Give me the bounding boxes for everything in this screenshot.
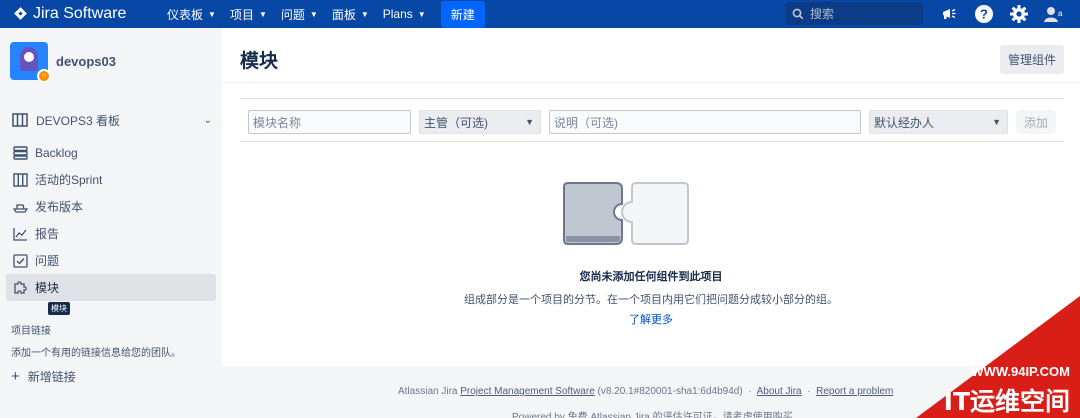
sidebar-item-label: 报告 — [35, 227, 60, 241]
board-icon — [12, 113, 28, 127]
tooltip: 模块 — [48, 302, 70, 315]
lead-select[interactable]: 主管（可选) ▼ — [419, 110, 541, 134]
megaphone-icon[interactable] — [938, 3, 960, 25]
board-selector[interactable]: DEVOPS3 看板 ⌄ — [12, 112, 212, 128]
help-icon[interactable]: ? — [973, 3, 995, 25]
add-button[interactable]: 添加 — [1015, 110, 1056, 134]
footer-version: (v8.20.1#820001-sha1:6d4b94d) — [597, 386, 743, 397]
nav-label: Plans — [382, 7, 413, 21]
project-header[interactable]: ‹› devops03 — [10, 42, 116, 83]
watermark-text: IT运维空间 — [944, 387, 1070, 416]
jira-logo[interactable]: Jira Software — [0, 5, 160, 23]
nav-label: 问题 — [280, 7, 305, 22]
pm-software-link[interactable]: Project Management Software — [460, 386, 595, 397]
issues-icon — [12, 253, 28, 269]
add-link-label: 新增链接 — [27, 370, 76, 384]
search-box[interactable] — [786, 2, 923, 25]
software-badge-icon: ‹› — [37, 69, 51, 83]
sidebar-item-releases[interactable]: 发布版本 — [6, 193, 216, 220]
footer-license-line: Powered by 免费 Atlassian Jira 的评估许可证。请考虑使… — [512, 412, 793, 418]
chevron-down-icon: ▼ — [525, 117, 534, 127]
component-name-field[interactable]: 模块名称 — [248, 110, 411, 134]
gear-icon[interactable] — [1008, 3, 1030, 25]
project-name: devops03 — [56, 53, 116, 69]
nav-boards[interactable]: 面板 ▼ — [325, 0, 376, 28]
sidebar-item-label: 发布版本 — [35, 200, 84, 214]
nav-label: 面板 — [331, 7, 356, 22]
description-field[interactable]: 说明（可选) — [549, 110, 861, 134]
sidebar-item-reports[interactable]: 报告 — [6, 220, 216, 247]
project-links-description: 添加一个有用的链接信息给您的团队。 — [11, 348, 181, 359]
search-input[interactable] — [810, 6, 910, 21]
avatar[interactable]: a — [1042, 3, 1064, 25]
chevron-down-icon: ▼ — [992, 117, 1001, 127]
empty-state-title: 您尚未添加任何组件到此项目 — [579, 271, 723, 283]
svg-text:a: a — [1058, 9, 1063, 18]
sidebar-item-backlog[interactable]: Backlog — [6, 139, 216, 166]
add-component-form: 模块名称 主管（可选) ▼ 说明（可选) 默认经办人 ▼ 添加 — [240, 98, 1064, 142]
sidebar-item-components[interactable]: 模块 — [6, 274, 216, 301]
jira-diamond-icon — [14, 7, 28, 21]
divider — [222, 82, 1080, 83]
sidebar-item-label: 活动的Sprint — [35, 173, 103, 187]
page-title: 模块 — [240, 51, 279, 72]
project-avatar: ‹› — [10, 42, 51, 83]
add-link-button[interactable]: + 新增链接 — [11, 368, 76, 385]
nav-issues[interactable]: 问题 ▼ — [274, 0, 325, 28]
avatar-eye — [24, 52, 34, 62]
chevron-down-icon: ▼ — [309, 9, 318, 19]
nav-label: 仪表板 — [167, 7, 204, 22]
project-links-heading: 项目链接 — [11, 326, 51, 337]
field-placeholder: 模块名称 — [253, 115, 302, 130]
board-icon — [12, 172, 28, 188]
sidebar-item-issues[interactable]: 问题 — [6, 247, 216, 274]
report-problem-link[interactable]: Report a problem — [816, 386, 893, 397]
chevron-down-icon: ▼ — [208, 9, 216, 19]
default-assignee-select[interactable]: 默认经办人 ▼ — [869, 110, 1008, 134]
manage-components-button[interactable]: 管理组件 — [999, 45, 1064, 74]
field-placeholder: 说明（可选) — [554, 115, 618, 130]
puzzle-icon — [12, 280, 28, 296]
nav-projects[interactable]: 项目 ▼ — [223, 0, 274, 28]
about-jira-link[interactable]: About Jira — [757, 386, 802, 397]
nav-menu: 仪表板 ▼ 项目 ▼ 问题 ▼ 面板 ▼ Plans ▼ 新建 — [160, 0, 485, 28]
watermark-logo: WWW.94IP.COM IT运维空间 — [916, 296, 1080, 418]
ship-icon — [12, 199, 28, 215]
chevron-down-icon: ⌄ — [203, 114, 212, 126]
separator: · — [807, 386, 811, 397]
search-icon — [792, 8, 804, 19]
chevron-down-icon: ▼ — [258, 9, 267, 19]
chart-icon — [12, 226, 28, 242]
backlog-icon — [12, 145, 28, 161]
chevron-down-icon: ▼ — [360, 9, 369, 19]
nav-label: 项目 — [229, 7, 254, 22]
sidebar: ‹› devops03 DEVOPS3 看板 ⌄ Backlog 活动的Spri… — [0, 28, 222, 418]
sidebar-item-active-sprint[interactable]: 活动的Sprint — [6, 166, 216, 193]
create-button[interactable]: 新建 — [440, 0, 485, 28]
nav-dashboards[interactable]: 仪表板 ▼ — [160, 0, 223, 28]
nav-plans[interactable]: Plans ▼ — [376, 0, 433, 28]
sidebar-item-label: 模块 — [35, 281, 60, 295]
watermark-url: WWW.94IP.COM — [971, 364, 1070, 379]
board-label: DEVOPS3 看板 — [36, 113, 121, 128]
chevron-down-icon: ▼ — [417, 9, 426, 19]
sidebar-nav: Backlog 活动的Sprint 发布版本 报告 问题 模块 — [6, 139, 216, 301]
footer-prefix: Atlassian Jira — [398, 386, 458, 397]
plus-icon: + — [11, 368, 20, 385]
select-value: 主管（可选) — [424, 115, 488, 130]
top-navigation: Jira Software 仪表板 ▼ 项目 ▼ 问题 ▼ 面板 ▼ Plans ▼ 新建… — [0, 0, 1080, 28]
sidebar-item-label: 问题 — [35, 254, 60, 268]
app-name: Jira Software — [33, 5, 127, 22]
puzzle-pieces-illustration — [563, 182, 689, 245]
separator: · — [748, 386, 752, 397]
svg-text:?: ? — [980, 7, 988, 22]
select-value: 默认经办人 — [874, 115, 935, 130]
footer-line: Atlassian Jira Project Management Softwa… — [398, 386, 893, 397]
sidebar-item-label: Backlog — [35, 145, 78, 160]
